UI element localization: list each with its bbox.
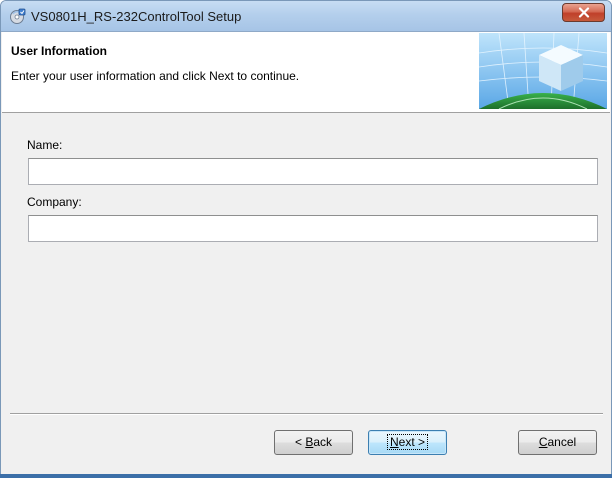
window-title: VS0801H_RS-232ControlTool Setup — [31, 9, 242, 24]
taskbar-edge — [0, 474, 612, 478]
back-label-rest: ack — [313, 435, 333, 449]
back-button[interactable]: < Back — [274, 430, 353, 455]
globe-cube-banner — [479, 33, 607, 109]
company-label: Company: — [27, 195, 82, 209]
title-bar[interactable]: VS0801H_RS-232ControlTool Setup — [1, 1, 611, 32]
back-prefix: < — [294, 435, 306, 449]
installer-cd-icon[interactable] — [10, 8, 26, 24]
cancel-button[interactable]: Cancel — [518, 430, 597, 455]
next-label-rest: ext > — [398, 435, 426, 449]
close-icon — [578, 7, 590, 18]
name-label: Name: — [27, 138, 63, 152]
next-focus-rect: Next > — [386, 434, 429, 450]
wizard-header: User Information Enter your user informa… — [2, 32, 610, 113]
page-subtitle: Enter your user information and click Ne… — [11, 69, 300, 83]
name-field[interactable] — [28, 158, 598, 185]
button-divider — [10, 413, 603, 415]
next-accelerator: N — [389, 435, 399, 449]
cancel-label-rest: ancel — [547, 435, 577, 449]
setup-window: VS0801H_RS-232ControlTool Setup User Inf… — [0, 0, 612, 478]
next-button[interactable]: Next > — [368, 430, 447, 455]
company-field[interactable] — [28, 215, 598, 242]
page-title: User Information — [11, 44, 108, 58]
close-button[interactable] — [562, 3, 605, 22]
